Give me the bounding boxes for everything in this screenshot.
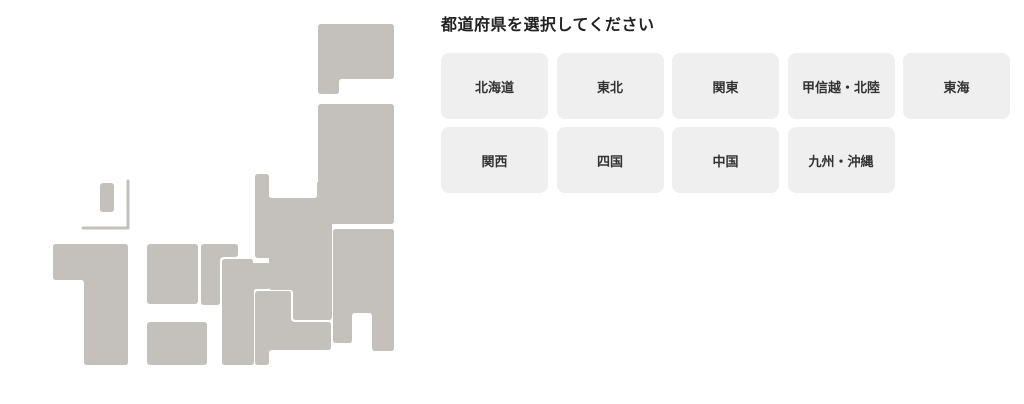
map-region-okinawa[interactable]: [100, 183, 114, 212]
map-region-hokkaido[interactable]: [318, 24, 394, 94]
map-region-kyushu[interactable]: [53, 244, 128, 365]
region-button-kansai[interactable]: 関西: [441, 127, 548, 193]
region-button-chugoku[interactable]: 中国: [672, 127, 779, 193]
region-button-hokkaido[interactable]: 北海道: [441, 53, 548, 119]
region-button-tokai[interactable]: 東海: [903, 53, 1010, 119]
map-region-shikoku[interactable]: [147, 244, 198, 304]
map-region-kanto[interactable]: [333, 229, 394, 351]
prefecture-selector: 都道府県を選択してください 北海道 東北 関東 甲信越・北陸 東海 関西 四国 …: [0, 0, 1024, 404]
selection-panel: 都道府県を選択してください 北海道 東北 関東 甲信越・北陸 東海 関西 四国 …: [441, 12, 1021, 193]
japan-region-map: [0, 0, 420, 404]
region-button-kanto[interactable]: 関東: [672, 53, 779, 119]
page-title: 都道府県を選択してください: [441, 15, 655, 34]
region-button-kyushu-okinawa[interactable]: 九州・沖縄: [787, 127, 895, 193]
region-button-koshinetsu-hokuriku[interactable]: 甲信越・北陸: [787, 53, 895, 119]
japan-map-svg: [53, 24, 394, 365]
region-button-shikoku[interactable]: 四国: [556, 127, 664, 193]
map-region-shikoku-lower[interactable]: [147, 322, 207, 365]
region-button-grid: 北海道 東北 関東 甲信越・北陸 東海 関西 四国 中国 九州・沖縄: [441, 53, 1021, 193]
region-button-tohoku[interactable]: 東北: [556, 53, 664, 119]
